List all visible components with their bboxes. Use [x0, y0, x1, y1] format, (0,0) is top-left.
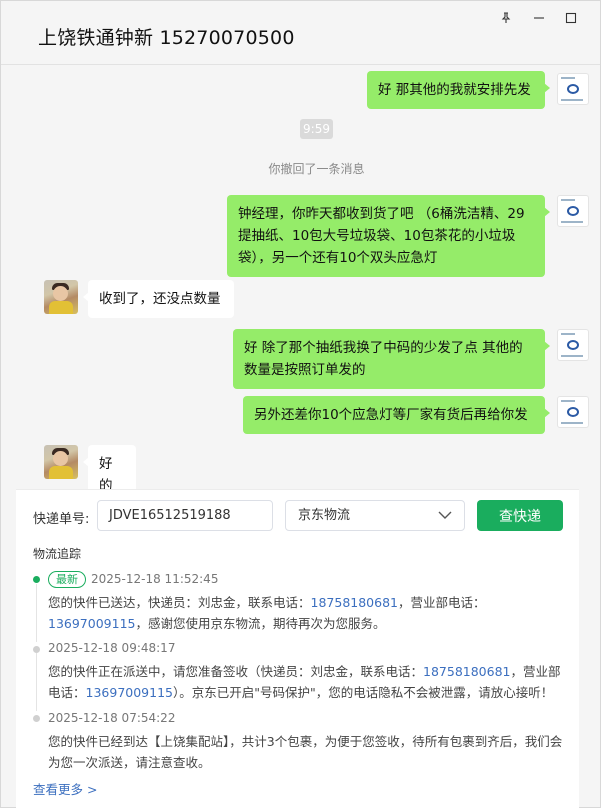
event-text-part: ，感谢您使用京东物流，期待再次为您服务。: [135, 616, 386, 631]
message-line: 数量是按照订单发的: [244, 362, 366, 378]
section-title: 物流追踪: [33, 547, 82, 561]
carrier-value: 京东物流: [298, 508, 351, 523]
message-line: 好 那其他的我就安排先发: [378, 82, 531, 98]
timeline-dot: [33, 646, 40, 653]
message-line: 另外还差你10个应急灯等厂家有货后再给你发: [254, 407, 528, 423]
latest-badge: 最新: [48, 571, 86, 588]
message-bubble-received[interactable]: 好的: [83, 445, 136, 489]
message-line: 好 除了那个抽纸我换了中码的少发了点 其他的: [244, 340, 523, 356]
event-text-part: ）。京东已开启"号码保护"，您的电话隐私不会被泄露，请放心接听！: [173, 685, 554, 700]
message-bubble-sent[interactable]: 好 除了那个抽纸我换了中码的少发了点 其他的 数量是按照订单发的: [233, 329, 550, 389]
tracking-number-input[interactable]: JDVE16512519188: [97, 500, 273, 531]
timeline-line: [36, 653, 37, 711]
minimize-icon[interactable]: [530, 9, 548, 27]
recall-notice: 你撤回了一条消息: [268, 162, 365, 176]
timeline-line: [36, 584, 37, 642]
message-bubble-sent[interactable]: 钟经理，你昨天都收到货了吧 （6桶洗洁精、29 提抽纸、10包大号垃圾袋、10包…: [227, 195, 550, 277]
phone-link[interactable]: 13697009115: [48, 616, 135, 631]
message-bubble-sent[interactable]: 另外还差你10个应急灯等厂家有货后再给你发: [243, 396, 550, 434]
phone-link[interactable]: 18758180681: [423, 664, 510, 679]
message-list[interactable]: 好 那其他的我就安排先发 9:59 你撤回了一条消息 钟经理，你昨天都收到货了吧…: [1, 65, 600, 489]
timeline-dot: [33, 715, 40, 722]
event-text: 您的快件已经到达【上饶集配站】，共计3个包裹，为便于您签收，待所有包裹到齐后，我…: [48, 731, 568, 773]
event-text-part: 您的快件已经到达【上饶集配站】，共计3个包裹，为便于您签收，待所有包裹到齐后，我…: [48, 734, 563, 770]
my-avatar[interactable]: [557, 195, 589, 227]
phone-link[interactable]: 18758180681: [311, 595, 398, 610]
my-avatar[interactable]: [557, 73, 589, 105]
maximize-icon[interactable]: [562, 9, 580, 27]
event-text-part: 您的快件正在派送中，请您准备签收（快递员：刘忠金，联系电话：: [48, 664, 424, 679]
tracking-number-label: 快递单号:: [33, 512, 90, 527]
message-bubble-sent[interactable]: 好 那其他的我就安排先发: [367, 71, 550, 109]
contact-avatar[interactable]: [44, 280, 78, 314]
event-text: 您的快件正在派送中，请您准备签收（快递员：刘忠金，联系电话：1875818068…: [48, 661, 568, 703]
event-text-part: 您的快件已送达，快递员：刘忠金，联系电话：: [48, 595, 311, 610]
event-time: 2025-12-18 07:54:22: [48, 711, 176, 725]
my-avatar[interactable]: [557, 396, 589, 428]
message-line: 袋），另一个还有10个双头应急灯: [238, 250, 438, 266]
message-line: 好的: [99, 456, 113, 489]
message-line: 提抽纸、10包大号垃圾袋、10包茶花的小垃圾: [238, 228, 516, 244]
message-line: 钟经理，你昨天都收到货了吧 （6桶洗洁精、29: [238, 206, 525, 222]
carrier-select[interactable]: 京东物流: [285, 500, 465, 531]
message-bubble-received[interactable]: 收到了，还没点数量: [83, 280, 234, 318]
chat-window: 上饶铁通钟新 15270070500 好 那其他的我就安排先发 9:59 你撤回…: [0, 0, 601, 808]
phone-link[interactable]: 13697009115: [86, 685, 173, 700]
event-text-part: ，营业部电话：: [398, 595, 486, 610]
event-text: 您的快件已送达，快递员：刘忠金，联系电话：18758180681，营业部电话： 1…: [48, 592, 568, 634]
view-more-link[interactable]: 查看更多 >: [33, 779, 97, 798]
event-time: 2025-12-18 09:48:17: [48, 641, 176, 655]
time-chip: 9:59: [300, 119, 333, 139]
query-button[interactable]: 查快递: [477, 500, 563, 531]
title-bar: 上饶铁通钟新 15270070500: [1, 1, 600, 65]
my-avatar[interactable]: [557, 329, 589, 361]
contact-avatar[interactable]: [44, 445, 78, 479]
timeline-dot-latest: [33, 576, 40, 583]
chevron-down-icon: [438, 511, 452, 519]
message-line: 收到了，还没点数量: [99, 291, 221, 307]
tracking-panel: 快递单号: JDVE16512519188 京东物流 查快递 物流追踪 最新 2…: [16, 489, 579, 808]
chat-title: 上饶铁通钟新 15270070500: [38, 27, 295, 49]
event-time: 2025-12-18 11:52:45: [91, 572, 219, 586]
pin-icon[interactable]: [497, 9, 515, 27]
